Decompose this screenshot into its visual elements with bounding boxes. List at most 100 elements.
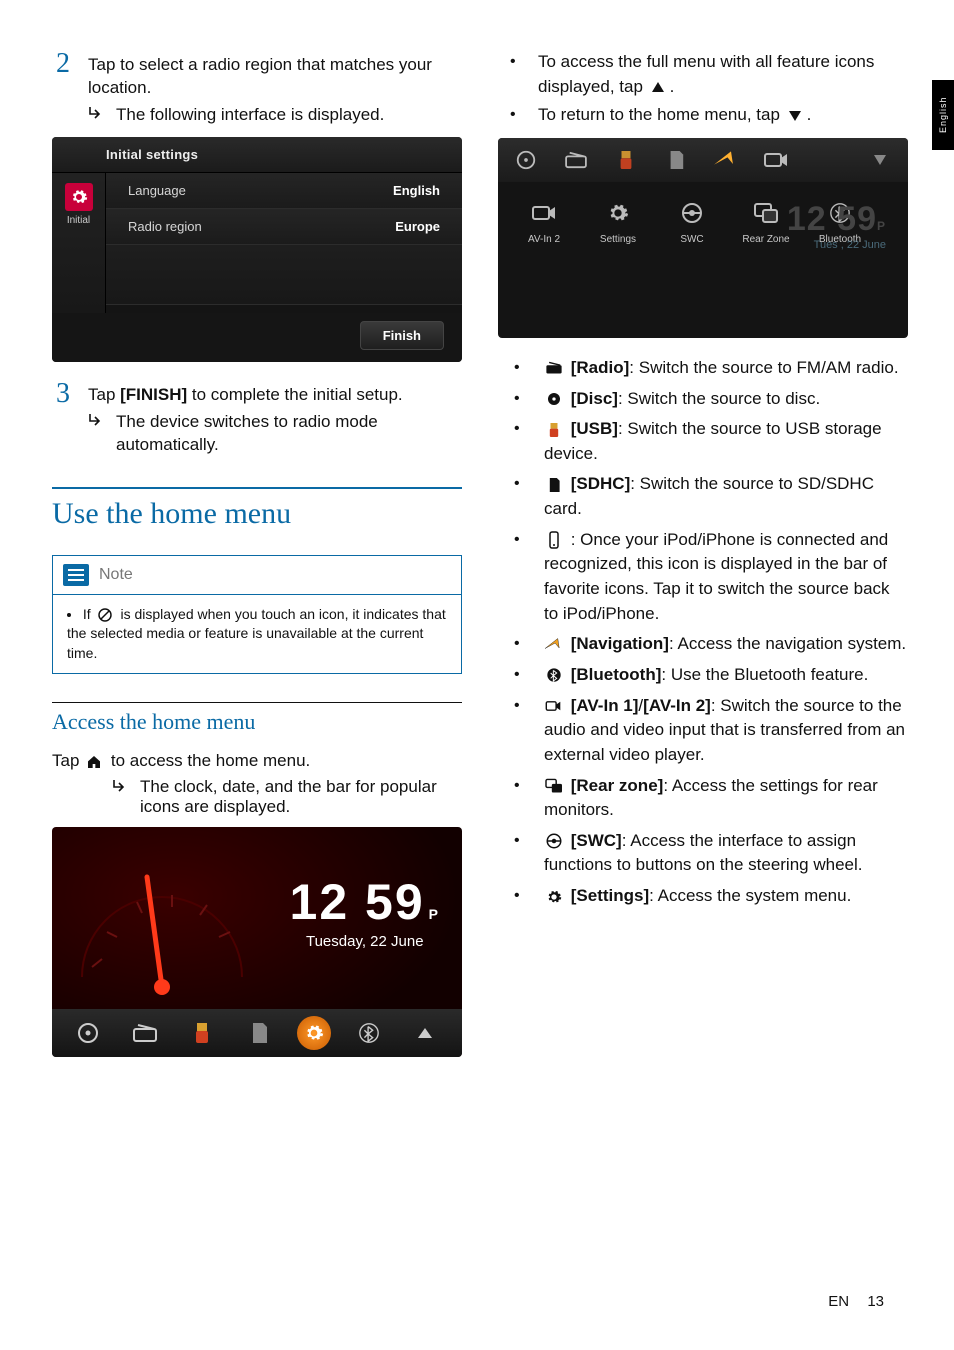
page-footer: EN 13 xyxy=(828,1293,884,1310)
disc-icon[interactable] xyxy=(512,146,540,174)
figure-body: Initial Language English Radio region Eu… xyxy=(52,173,462,313)
menu-item-rearzone[interactable]: Rear Zone xyxy=(738,196,794,245)
step-text: Tap to select a radio region that matche… xyxy=(88,55,432,97)
avin-icon[interactable] xyxy=(762,146,790,174)
navigation-icon[interactable] xyxy=(712,146,740,174)
rearzone-icon xyxy=(544,778,564,794)
expand-up-icon[interactable] xyxy=(406,1017,444,1049)
settings-icon[interactable] xyxy=(297,1016,331,1050)
figure-initial-settings: Initial settings Initial Language Englis… xyxy=(52,137,462,362)
bluetooth-icon xyxy=(544,667,564,683)
top-bullets: To access the full menu with all feature… xyxy=(498,50,908,128)
collapse-down-icon[interactable] xyxy=(866,146,894,174)
desc-settings: [Settings]: Access the system menu. xyxy=(542,884,908,909)
step-3: 3 Tap [FINISH] to complete the initial s… xyxy=(52,380,462,457)
ipod-icon xyxy=(544,532,564,548)
sdhc-icon xyxy=(544,477,564,493)
pm-indicator: P xyxy=(429,906,440,922)
navigation-icon xyxy=(544,637,564,653)
section-rule xyxy=(52,487,462,489)
background-clock: 12 59P Tues , 22 June xyxy=(787,200,886,251)
language-side-tab: English xyxy=(932,80,954,150)
figure-home-screen: 12 59P Tuesday, 22 June xyxy=(52,827,462,1057)
gear-icon xyxy=(544,889,564,905)
bullet-dot xyxy=(67,613,71,617)
desc-ipod: : Once your iPod/iPhone is connected and… xyxy=(542,528,908,627)
note-text-pre: If xyxy=(83,606,95,622)
prohibit-icon xyxy=(95,607,115,623)
step-text-bold: [FINISH] xyxy=(120,385,187,404)
result-text: The clock, date, and the bar for popular… xyxy=(140,777,462,817)
bullet-return-home: To return to the home menu, tap . xyxy=(532,103,908,128)
top-icon-bar xyxy=(498,138,908,182)
heading-access-home-menu: Access the home menu xyxy=(52,709,462,735)
step-text-post: to complete the initial setup. xyxy=(187,385,402,404)
disc-icon xyxy=(544,391,564,407)
setting-row-radio-region[interactable]: Radio region Europe xyxy=(106,209,462,245)
note-body: If is displayed when you touch an icon, … xyxy=(53,594,461,674)
result-arrow-icon xyxy=(112,777,130,793)
result-text: The device switches to radio mode automa… xyxy=(116,411,462,457)
empty-row xyxy=(106,245,462,305)
radio-icon[interactable] xyxy=(562,146,590,174)
desc-sdhc: [SDHC]: Switch the source to SD/SDHC car… xyxy=(542,472,908,521)
menu-item-settings[interactable]: Settings xyxy=(590,196,646,245)
radio-icon[interactable] xyxy=(126,1017,164,1049)
time-display: 12 59P xyxy=(290,873,440,931)
desc-navigation: [Navigation]: Access the navigation syst… xyxy=(542,632,908,657)
desc-radio: [Radio]: Switch the source to FM/AM radi… xyxy=(542,356,908,381)
step-body: Tap to select a radio region that matche… xyxy=(88,50,462,127)
setting-value: English xyxy=(393,183,440,198)
result-arrow-icon xyxy=(88,411,106,427)
figure-sidebar: Initial xyxy=(52,173,106,313)
step-result: The following interface is displayed. xyxy=(88,104,462,127)
two-column-layout: 2 Tap to select a radio region that matc… xyxy=(52,50,908,1075)
footer-page-number: 13 xyxy=(867,1293,884,1310)
menu-item-descriptions: [Radio]: Switch the source to FM/AM radi… xyxy=(498,356,908,909)
usb-icon[interactable] xyxy=(612,146,640,174)
step-result: The device switches to radio mode automa… xyxy=(88,411,462,457)
result-arrow-icon xyxy=(88,104,106,120)
bullet-text-post: . xyxy=(807,105,812,124)
usb-icon[interactable] xyxy=(183,1017,221,1049)
result-text: The following interface is displayed. xyxy=(116,104,462,127)
setting-label: Language xyxy=(128,183,186,198)
triangle-down-icon xyxy=(785,108,805,124)
access-instruction: Tap to access the home menu. xyxy=(52,749,462,773)
gear-icon xyxy=(65,183,93,211)
desc-avin: [AV-In 1]/[AV-In 2]: Switch the source t… xyxy=(542,694,908,768)
step-body: Tap [FINISH] to complete the initial set… xyxy=(88,380,462,457)
figure-footer: Finish xyxy=(52,313,462,362)
access-text-pre: Tap xyxy=(52,751,84,770)
figure-full-menu: AV-In 2 Settings SWC Rear Zone Bluetooth… xyxy=(498,138,908,338)
date-display: Tuesday, 22 June xyxy=(290,933,440,950)
footer-lang: EN xyxy=(828,1293,849,1310)
setting-value: Europe xyxy=(395,219,440,234)
note-header: Note xyxy=(53,556,461,594)
finish-button[interactable]: Finish xyxy=(360,321,444,350)
step-number: 3 xyxy=(52,380,74,408)
gauge-graphic xyxy=(62,837,252,997)
sdhc-icon[interactable] xyxy=(240,1017,278,1049)
access-text-post: to access the home menu. xyxy=(111,751,310,770)
access-result: The clock, date, and the bar for popular… xyxy=(52,777,462,817)
bullet-full-menu: To access the full menu with all feature… xyxy=(532,50,908,99)
desc-swc: [SWC]: Access the interface to assign fu… xyxy=(542,829,908,878)
bluetooth-icon[interactable] xyxy=(350,1017,388,1049)
sdhc-icon[interactable] xyxy=(662,146,690,174)
desc-disc: [Disc]: Switch the source to disc. xyxy=(542,387,908,412)
menu-item-avin2[interactable]: AV-In 2 xyxy=(516,196,572,245)
desc-rearzone: [Rear zone]: Access the settings for rea… xyxy=(542,774,908,823)
clock-display: 12 59P Tuesday, 22 June xyxy=(290,873,440,950)
figure-rows: Language English Radio region Europe xyxy=(106,173,462,313)
home-icon xyxy=(84,754,104,770)
page: English 2 Tap to select a radio region t… xyxy=(0,0,954,1350)
radio-icon xyxy=(544,360,564,376)
setting-label: Radio region xyxy=(128,219,202,234)
menu-item-swc[interactable]: SWC xyxy=(664,196,720,245)
triangle-up-icon xyxy=(648,79,668,95)
step-number: 2 xyxy=(52,50,74,78)
setting-row-language[interactable]: Language English xyxy=(106,173,462,209)
note-text-post: is displayed when you touch an icon, it … xyxy=(67,606,446,661)
disc-icon[interactable] xyxy=(69,1017,107,1049)
